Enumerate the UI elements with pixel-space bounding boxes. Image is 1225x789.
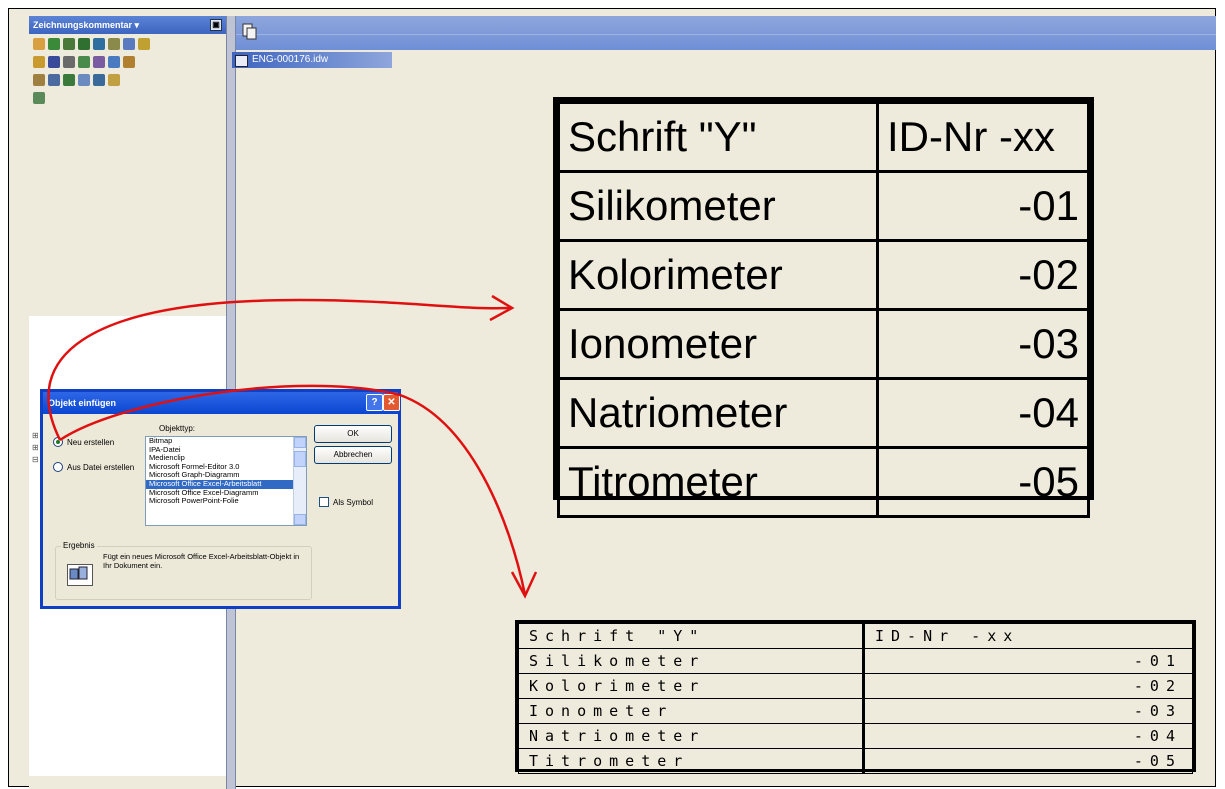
arrow-to-small-table [59, 384, 527, 596]
arrow-to-small-table-head [510, 571, 538, 599]
annotation-arrows [47, 294, 538, 599]
